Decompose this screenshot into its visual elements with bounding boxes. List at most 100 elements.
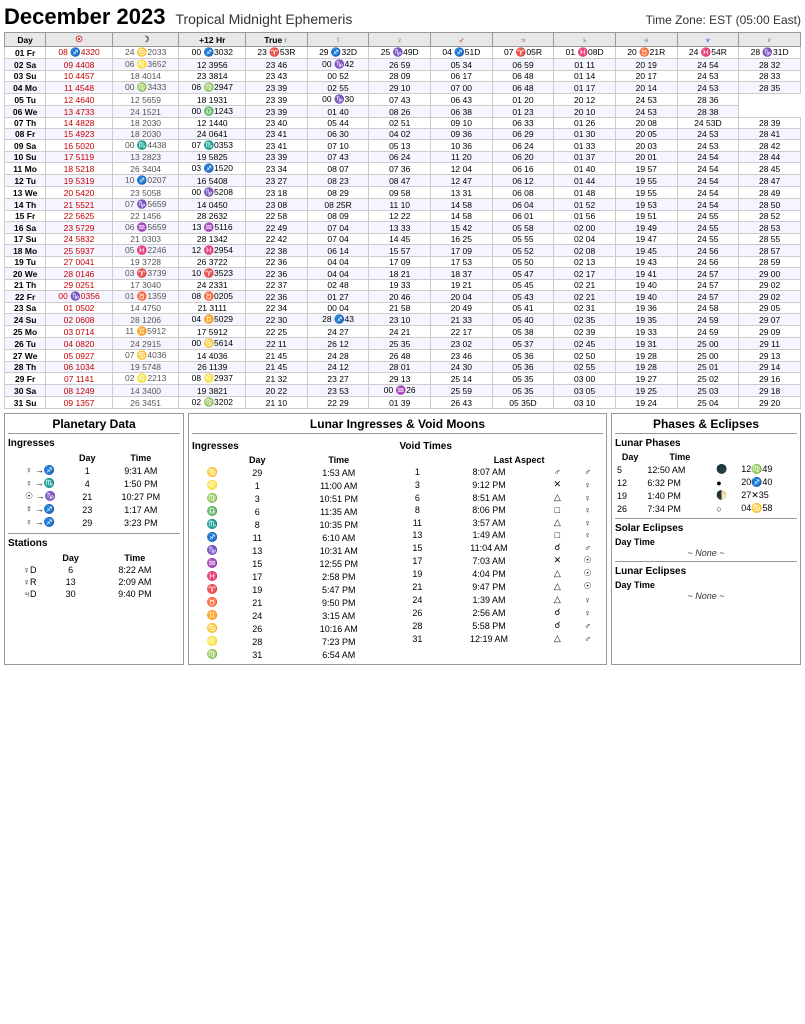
void-cell: 13 <box>400 529 436 541</box>
table-cell: 13 ♒5116 <box>179 222 246 234</box>
table-cell: 03 Su <box>5 71 46 82</box>
table-row: 04 Mo11 454800 ♍343306 ♍294723 3902 5529… <box>5 82 801 94</box>
table-cell: 29 18 <box>739 385 801 397</box>
table-cell: 14 4750 <box>112 303 179 314</box>
void-row: 262:56 AM☌♀ <box>400 606 604 619</box>
table-cell: 00 ♑0356 <box>46 291 113 303</box>
table-cell: 06 48 <box>492 71 554 82</box>
void-cell: 1 <box>400 466 436 478</box>
table-cell: 24 54 <box>677 59 739 71</box>
table-cell: 28 59 <box>739 257 801 268</box>
table-cell: 08 26 <box>369 106 431 118</box>
void-cell: △ <box>543 632 572 645</box>
table-cell: 06 43 <box>431 94 493 106</box>
table-row: 21 Th29 025117 304024 233122 3702 4819 3… <box>5 280 801 291</box>
void-row: 18:07 AM♂♂ <box>400 466 604 478</box>
table-row: 06 We13 473324 152100 ♎124323 3901 4008 … <box>5 106 801 118</box>
table-cell: 12 ♓2954 <box>179 245 246 257</box>
table-cell: 26 48 <box>369 350 431 362</box>
table-cell: 28 52 <box>739 211 801 222</box>
table-cell: 05 35 <box>492 373 554 385</box>
void-row: 194:04 PM△☉ <box>400 567 604 580</box>
table-cell: 19 31 <box>615 338 677 350</box>
table-cell: 21 45 <box>246 350 308 362</box>
table-cell: 13 31 <box>431 187 493 199</box>
ingress-cell: 23 <box>73 504 102 515</box>
table-cell: 02 21 <box>554 291 616 303</box>
table-cell: 06 38 <box>431 106 493 118</box>
ingress-cell: ♀ →♏ <box>10 478 71 489</box>
table-cell: 23 10 <box>369 314 431 326</box>
li-cell: 11 <box>233 531 282 544</box>
table-cell: 06 30 <box>307 129 369 140</box>
phases-table: DayTime 512:50 AM🌑12♍49126:32 PM●20♐4019… <box>615 451 797 515</box>
table-cell: 04 04 <box>307 268 369 280</box>
table-cell: 05 Tu <box>5 94 46 106</box>
table-cell: 01 26 <box>554 118 616 129</box>
table-cell: 26 Tu <box>5 338 46 350</box>
table-cell: 09 Sa <box>5 140 46 152</box>
table-cell: 11 ♊5912 <box>112 326 179 338</box>
table-cell: 28 0146 <box>46 268 113 280</box>
void-cell: □ <box>543 529 572 541</box>
phase-row: 267:34 PM○04♋58 <box>615 502 797 515</box>
void-cell: ✕ <box>543 554 572 567</box>
table-cell: 06 48 <box>492 82 554 94</box>
table-cell: 28 2632 <box>179 211 246 222</box>
table-cell: 18 37 <box>431 268 493 280</box>
table-cell: 28 57 <box>739 245 801 257</box>
col-sun: ☉ <box>46 33 113 47</box>
table-cell: 24 12 <box>307 362 369 373</box>
li-row: ♍310:51 PM <box>192 492 396 505</box>
table-cell: 23 46 <box>431 350 493 362</box>
table-row: 12 Tu19 531910 ♐020716 540823 2708 2308 … <box>5 175 801 187</box>
table-cell: 19 40 <box>615 280 677 291</box>
table-row: 05 Tu12 464012 565918 193123 3900 ♑3007 … <box>5 94 801 106</box>
lunar-eclipses-title: Lunar Eclipses <box>615 566 797 577</box>
header: December 2023 Tropical Midnight Ephemeri… <box>4 4 801 30</box>
li-cell: 10:31 AM <box>282 544 396 557</box>
li-row: ♒1512:55 PM <box>192 557 396 570</box>
table-cell: 09 36 <box>431 129 493 140</box>
table-cell: 22 34 <box>246 303 308 314</box>
table-cell: 23 39 <box>246 106 308 118</box>
table-cell: 23 02 <box>431 338 493 350</box>
table-cell: 21 32 <box>246 373 308 385</box>
table-cell: 04 04 <box>307 257 369 268</box>
table-cell: 02 35 <box>554 314 616 326</box>
col-uranus: ♅ <box>615 33 677 47</box>
li-cell: 11:00 AM <box>282 479 396 492</box>
void-cell: 11 <box>400 516 436 529</box>
void-cell: △ <box>543 516 572 529</box>
table-cell: 01 27 <box>307 291 369 303</box>
col-jupiter: ♃ <box>492 33 554 47</box>
col-neptune: ♆ <box>677 33 739 47</box>
station-cell: 8:22 AM <box>92 565 178 575</box>
table-cell: 05 36 <box>492 362 554 373</box>
table-cell: 15 Fr <box>5 211 46 222</box>
li-row: ♍316:54 AM <box>192 648 396 661</box>
table-cell: 01 17 <box>554 82 616 94</box>
table-cell: 14 4036 <box>179 350 246 362</box>
table-cell: 29 05 <box>739 303 801 314</box>
table-cell: 28 50 <box>739 199 801 211</box>
table-cell: 05 44 <box>307 118 369 129</box>
phase-row: 191:40 PM🌓27✕35 <box>615 489 797 502</box>
station-cell: 6 <box>52 565 90 575</box>
table-cell: 00 52 <box>307 71 369 82</box>
phase-cell: ● <box>714 476 739 489</box>
table-cell: 05 52 <box>492 245 554 257</box>
table-cell: 23 41 <box>246 129 308 140</box>
table-cell: 24 ♓54R <box>677 47 739 59</box>
table-cell: 28 45 <box>739 163 801 175</box>
void-cell: 6 <box>400 491 436 504</box>
table-cell: 02 00 <box>554 222 616 234</box>
ingress-cell: 4 <box>73 478 102 489</box>
table-cell: 06 14 <box>307 245 369 257</box>
table-cell: 22 36 <box>246 257 308 268</box>
table-cell: 06 ♌3652 <box>112 59 179 71</box>
col-moon: ☽ <box>112 33 179 47</box>
li-row: ♓172:58 PM <box>192 570 396 583</box>
table-cell: 08 09 <box>307 211 369 222</box>
table-cell: 28 36 <box>677 94 739 106</box>
